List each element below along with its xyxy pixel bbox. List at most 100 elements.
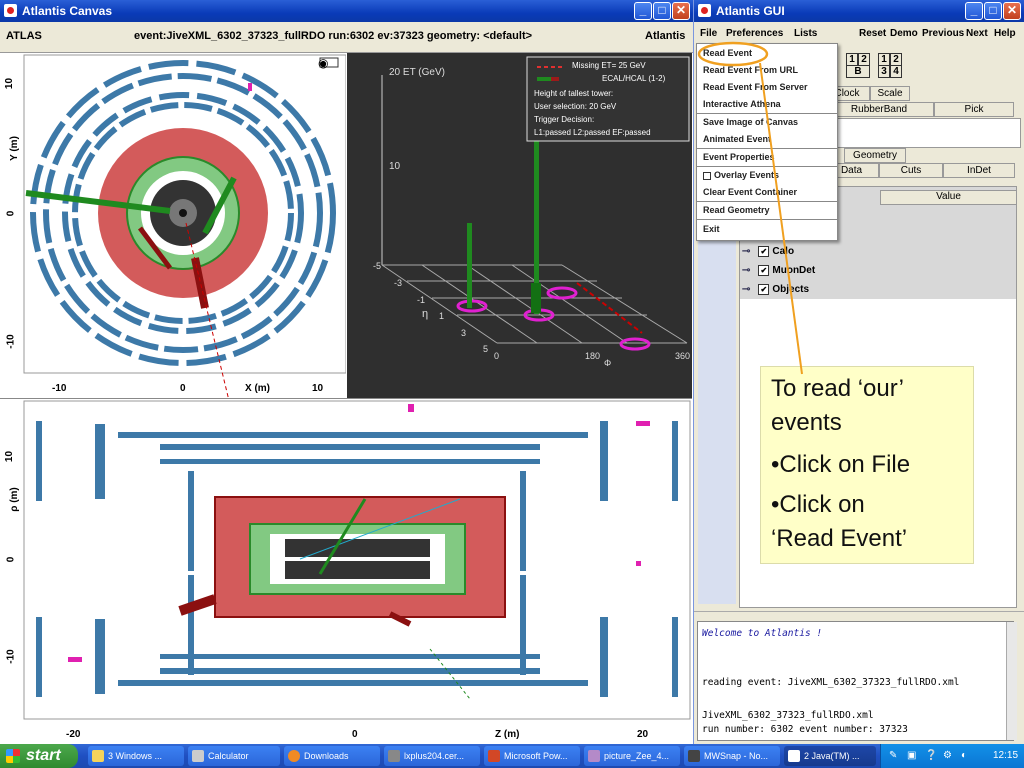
- menu-item-exit[interactable]: Exit: [703, 224, 720, 234]
- console-scrollbar[interactable]: [1006, 622, 1017, 740]
- callout-note: To read ‘our’ events •Click on File •Cli…: [760, 366, 974, 564]
- menu-lists[interactable]: Lists: [794, 28, 817, 39]
- tab-indet[interactable]: InDet: [943, 163, 1015, 178]
- tray-icon[interactable]: ✎: [889, 744, 897, 768]
- splitter-handle[interactable]: [694, 611, 1024, 620]
- demo-button[interactable]: Demo: [890, 28, 918, 39]
- tree-item-calo[interactable]: ⊸ ✔ Calo: [742, 246, 794, 257]
- reset-button[interactable]: Reset: [859, 28, 886, 39]
- canvas-title-bar[interactable]: Atlantis Canvas _ □ ✕: [0, 0, 693, 22]
- atlantis-app-icon: [698, 4, 711, 17]
- layout-button[interactable]: 4: [890, 65, 902, 78]
- taskbar-item-label: Calculator: [208, 751, 249, 761]
- tab-pick[interactable]: Pick: [934, 102, 1014, 117]
- tab-rubberband[interactable]: RubberBand: [824, 102, 934, 117]
- legend-line: Height of tallest tower:: [534, 89, 614, 98]
- console-welcome: Welcome to Atlantis !: [702, 628, 823, 639]
- taskbar-item-powerpoint[interactable]: Microsoft Pow...: [484, 746, 580, 766]
- menu-preferences[interactable]: Preferences: [726, 28, 783, 39]
- lego-view-graphic: [381, 56, 690, 351]
- menu-item-read-event-url[interactable]: Read Event From URL: [703, 65, 798, 75]
- output-console[interactable]: Welcome to Atlantis ! reading event: Jiv…: [697, 621, 1017, 741]
- rz-x-axis-label: Z (m): [495, 729, 520, 740]
- interaction-panel: [824, 118, 1021, 148]
- taskbar-item-windows[interactable]: 3 Windows ...: [88, 746, 184, 766]
- tray-icon[interactable]: ◐: [961, 744, 967, 768]
- checkbox-icon[interactable]: ✔: [758, 265, 770, 276]
- tree-item-muondet[interactable]: ⊸ ✔ MuonDet: [742, 265, 815, 276]
- taskbar-clock: 12:15: [993, 750, 1019, 761]
- callout-line: ‘Read Event’: [771, 525, 908, 552]
- yx-view[interactable]: X (m) -10 0 10 Y (m) 10 0 -10 ◉: [0, 53, 346, 398]
- minimize-icon[interactable]: _: [634, 2, 652, 20]
- menu-item-clear-event-container[interactable]: Clear Event Container: [703, 187, 797, 197]
- tab-scale[interactable]: Scale: [870, 86, 910, 101]
- rz-ytick: 10: [4, 450, 16, 463]
- tree-item-label: Calo: [772, 246, 795, 258]
- taskbar-item-java[interactable]: 2 Java(TM) ...: [784, 746, 876, 766]
- rz-ytick: -10: [5, 649, 17, 664]
- layout-button[interactable]: B: [846, 65, 870, 78]
- powerpoint-icon: [488, 750, 500, 762]
- help-button[interactable]: Help: [994, 28, 1016, 39]
- tree-item-objects[interactable]: ⊸ ✔ Objects: [742, 284, 809, 295]
- yx-y-axis-label: Y (m): [8, 136, 20, 161]
- menu-item-overlay-events[interactable]: Overlay Events: [703, 170, 779, 180]
- atlantis-canvas-window: Atlantis Canvas _ □ ✕ ATLAS event:JiveXM…: [0, 0, 694, 745]
- taskbar-item-calculator[interactable]: Calculator: [188, 746, 280, 766]
- next-button[interactable]: Next: [966, 28, 988, 39]
- tray-icon[interactable]: ▣: [907, 744, 916, 768]
- folder-icon: [92, 750, 104, 762]
- menu-item-event-properties[interactable]: Event Properties: [703, 152, 775, 162]
- taskbar-item-mwsnap[interactable]: MWSnap - No...: [684, 746, 780, 766]
- menu-item-save-image[interactable]: Save Image of Canvas: [703, 117, 798, 127]
- menu-item-read-event[interactable]: Read Event: [703, 48, 752, 58]
- lego-phi-tick: 360: [675, 351, 691, 361]
- legend-missing-et: Missing ET= 25 GeV: [572, 61, 646, 70]
- lego-view[interactable]: 20 ET (GeV) 10 η Φ -5 -3 -1 1 3 5 0 180 …: [347, 53, 692, 398]
- fisheye-icon[interactable]: ◉: [318, 56, 328, 70]
- menu-file[interactable]: File: [700, 28, 717, 39]
- rz-xtick: -20: [66, 729, 81, 740]
- close-icon[interactable]: ✕: [672, 2, 690, 20]
- menu-separator: [697, 148, 837, 149]
- tree-item-label: Objects: [772, 284, 810, 296]
- menu-item-animated-event[interactable]: Animated Event: [703, 134, 771, 144]
- tree-handle-icon: ⊸: [742, 265, 751, 277]
- previous-button[interactable]: Previous: [922, 28, 964, 39]
- lego-eta-label: η: [422, 308, 429, 320]
- tray-icon[interactable]: ❔: [925, 744, 937, 768]
- lego-eta-tick: 5: [483, 344, 489, 354]
- checkbox-icon[interactable]: ✔: [758, 246, 770, 257]
- yx-x-axis-label: X (m): [245, 383, 270, 394]
- tray-icon[interactable]: ⚙: [943, 744, 952, 768]
- layout-button[interactable]: 3: [878, 65, 890, 78]
- yx-view-graphic: [23, 54, 346, 398]
- maximize-icon[interactable]: □: [984, 2, 1002, 20]
- taskbar-item-downloads[interactable]: Downloads: [284, 746, 380, 766]
- taskbar-item-lxplus[interactable]: lxplus204.cer...: [384, 746, 480, 766]
- maximize-icon[interactable]: □: [653, 2, 671, 20]
- header-atlas-label: ATLAS: [6, 30, 42, 42]
- tab-geometry[interactable]: Geometry: [844, 148, 906, 163]
- lego-phi-label: Φ: [604, 358, 612, 368]
- system-tray: ✎ ▣ ❔ ⚙ ◐ 12:15: [880, 744, 1024, 768]
- callout-line: To read ‘our’: [771, 375, 904, 402]
- checkbox-icon[interactable]: ✔: [758, 284, 770, 295]
- menu-item-read-geometry[interactable]: Read Geometry: [703, 205, 770, 215]
- yx-xtick: -10: [52, 383, 67, 394]
- taskbar-item-picture[interactable]: picture_Zee_4...: [584, 746, 680, 766]
- tab-cuts[interactable]: Cuts: [879, 163, 943, 178]
- rz-view[interactable]: Z (m) -20 0 20 ρ (m) 10 0 -10: [0, 398, 692, 745]
- minimize-icon[interactable]: _: [965, 2, 983, 20]
- close-icon[interactable]: ✕: [1003, 2, 1021, 20]
- checkbox-icon[interactable]: [703, 171, 711, 180]
- gui-title-bar[interactable]: Atlantis GUI _ □ ✕: [694, 0, 1024, 22]
- menu-item-read-event-server[interactable]: Read Event From Server: [703, 82, 808, 92]
- menu-separator: [697, 219, 837, 220]
- callout-line: •Click on: [771, 491, 865, 518]
- start-button[interactable]: start: [0, 744, 78, 768]
- menu-item-interactive-athena[interactable]: Interactive Athena: [703, 99, 781, 109]
- taskbar-item-label: picture_Zee_4...: [604, 751, 670, 761]
- legend-line: User selection: 20 GeV: [534, 102, 617, 111]
